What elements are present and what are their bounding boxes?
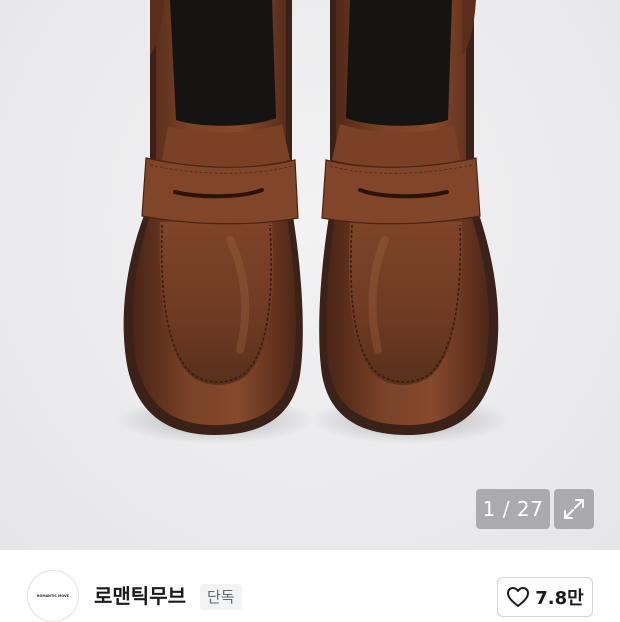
product-image-gallery[interactable]: 1 / 27 [0,0,620,550]
left-loafer [115,0,315,444]
store-info-bar: ROMANTIC MOVE 로맨틱무브 단독 7.8만 [0,550,620,622]
image-page-counter: 1 / 27 [476,489,550,529]
exclusive-badge: 단독 [200,584,242,610]
expand-image-button[interactable] [554,489,594,529]
store-logo-text: ROMANTIC MOVE [36,594,70,598]
right-loafer [310,0,510,444]
product-photo [115,0,510,444]
like-button[interactable]: 7.8만 [497,577,593,617]
store-logo[interactable]: ROMANTIC MOVE [27,570,79,622]
heart-outline-icon [507,587,530,607]
store-name-link[interactable]: 로맨틱무브 [94,583,186,609]
expand-arrows-icon [564,499,584,519]
like-count: 7.8만 [535,588,584,609]
